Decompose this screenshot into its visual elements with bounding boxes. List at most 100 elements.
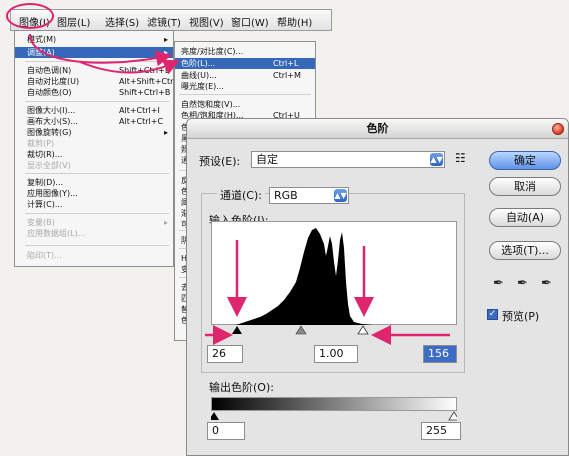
adjust-menu-item[interactable]: 色阶(L)... Ctrl+L	[175, 58, 315, 69]
preset-menu-icon[interactable]: ☷	[455, 151, 466, 165]
checkmark-icon: ✓	[488, 309, 497, 319]
menu-select[interactable]: 选择(S)	[105, 14, 139, 29]
image-menu-item[interactable]: 复制(D)...	[15, 177, 173, 188]
menu-item-shortcut: Shift+Ctrl+L	[119, 66, 170, 75]
adjust-menu-item[interactable]: 亮度/对比度(C)...	[175, 46, 315, 57]
menu-item-label: 裁剪(P)	[27, 139, 55, 148]
image-menu-item[interactable]: 裁剪(P)	[15, 138, 173, 149]
menu-item-label: 调整(A)	[27, 48, 55, 57]
image-menu-item[interactable]: 图像大小(I)... Alt+Ctrl+I	[15, 105, 173, 116]
menu-filter[interactable]: 滤镜(T)	[147, 14, 181, 29]
menu-item-label: 变量(B)	[27, 218, 55, 227]
menu-bar: 图像(I) 图层(L) 选择(S) 滤镜(T) 视图(V) 窗口(W) 帮助(H…	[10, 9, 332, 31]
output-black-slider[interactable]	[211, 412, 219, 420]
submenu-arrow-icon: ▸	[163, 218, 168, 227]
menu-item-label: 图像旋转(G)	[27, 128, 72, 137]
eyedropper-white-icon[interactable]: ✒	[541, 276, 552, 291]
output-white-slider[interactable]	[448, 411, 457, 421]
menu-item-label: 色阶(L)...	[181, 59, 216, 68]
menu-item-label: 画布大小(S)...	[27, 117, 78, 126]
dialog-title: 色阶	[187, 119, 568, 139]
preset-value: 自定	[256, 153, 278, 166]
eyedropper-gray-icon[interactable]: ✒	[517, 276, 528, 291]
menu-layer[interactable]: 图层(L)	[57, 14, 90, 29]
input-gamma-field[interactable]: 1.00	[314, 345, 358, 363]
cancel-button[interactable]: 取消	[489, 177, 561, 196]
menu-separator	[25, 61, 169, 62]
menu-separator	[179, 94, 311, 95]
output-white-field[interactable]: 255	[421, 422, 461, 440]
image-menu-item[interactable]: 自动对比度(U) Alt+Shift+Ctrl+L	[15, 76, 187, 87]
submenu-arrow-icon: ▸	[163, 35, 168, 44]
menu-item-label: 计算(C)...	[27, 200, 63, 209]
menu-item-label: 图像大小(I)...	[27, 106, 76, 115]
adjust-menu-item[interactable]: 自然饱和度(V)...	[175, 99, 315, 110]
submenu-arrow-icon: ▸	[163, 48, 168, 57]
levels-dialog: 色阶 预设(E): 自定 ▲▼ ☷ 通道(C): RGB ▲▼ 输入色阶(I):…	[186, 118, 569, 456]
menu-item-shortcut: Ctrl+L	[273, 59, 299, 68]
menu-item-label: 自动色调(N)	[27, 66, 72, 75]
menu-item-label: 显示全部(V)	[27, 161, 71, 170]
menu-item-label: 应用数据组(L)...	[27, 229, 86, 238]
menu-view[interactable]: 视图(V)	[189, 14, 224, 29]
image-menu-item[interactable]: 裁切(R)...	[15, 149, 173, 160]
input-white-slider[interactable]	[357, 325, 369, 335]
image-menu-item[interactable]: 应用数据组(L)...	[15, 228, 173, 239]
image-menu-item[interactable]: 自动色调(N) Shift+Ctrl+L	[15, 65, 173, 76]
ok-button[interactable]: 确定	[489, 151, 561, 170]
image-menu-item[interactable]: 模式(M) ▸	[15, 34, 173, 45]
menu-item-label: 陷印(T)...	[27, 251, 62, 260]
preview-checkbox[interactable]: ✓	[487, 309, 498, 320]
channel-value: RGB	[274, 189, 298, 202]
eyedropper-black-icon[interactable]: ✒	[493, 276, 504, 291]
menu-item-label: 复制(D)...	[27, 178, 64, 187]
menu-item-label: 自动颜色(O)	[27, 88, 72, 97]
dropdown-arrow-icon: ▲▼	[430, 153, 443, 166]
image-menu-item[interactable]: 调整(A) ▸	[15, 47, 173, 58]
histogram-graph	[236, 228, 372, 325]
menu-item-label: 模式(M)	[27, 35, 57, 44]
menu-help[interactable]: 帮助(H)	[277, 14, 312, 29]
input-white-field[interactable]: 156	[423, 345, 457, 363]
input-gamma-slider[interactable]	[295, 325, 307, 335]
adjust-menu-item[interactable]: 曲线(U)... Ctrl+M	[175, 70, 315, 81]
input-sliders[interactable]	[211, 324, 457, 336]
image-menu-item[interactable]: 自动颜色(O) Shift+Ctrl+B	[15, 87, 173, 98]
menu-item-label: 曝光度(E)...	[181, 82, 224, 91]
image-menu: 模式(M) ▸ 调整(A) ▸ 自动色调(N) Shift+Ctrl+L 自动对比度(U) A…	[14, 30, 187, 267]
image-menu-item[interactable]: 陷印(T)...	[15, 250, 173, 261]
options-button[interactable]: 选项(T)...	[489, 241, 561, 260]
image-menu-item[interactable]: 显示全部(V)	[15, 160, 173, 171]
image-menu-item[interactable]: 计算(C)...	[15, 199, 173, 210]
menu-window[interactable]: 窗口(W)	[231, 14, 269, 29]
menu-item-label: 曲线(U)...	[181, 71, 217, 80]
menu-item-shortcut: Alt+Ctrl+C	[119, 117, 164, 126]
highlight-oval	[6, 3, 54, 29]
input-black-slider[interactable]	[232, 326, 242, 334]
background-text	[300, 12, 569, 62]
menu-separator	[25, 245, 169, 246]
image-menu-item[interactable]: 变量(B) ▸	[15, 217, 173, 228]
auto-button[interactable]: 自动(A)	[489, 208, 561, 227]
output-gradient	[211, 397, 457, 411]
image-menu-item[interactable]: 画布大小(S)... Alt+Ctrl+C	[15, 116, 173, 127]
menu-item-shortcut: Alt+Ctrl+I	[119, 106, 160, 115]
preview-label[interactable]: 预览(P)	[502, 308, 539, 324]
output-black-field[interactable]: 0	[207, 422, 245, 440]
menu-separator	[25, 173, 169, 174]
menu-item-label: 自动对比度(U)	[27, 77, 80, 86]
image-menu-item[interactable]: 应用图像(Y)...	[15, 188, 173, 199]
adjust-menu-item[interactable]: 曝光度(E)...	[175, 81, 315, 92]
channel-select[interactable]: RGB ▲▼	[269, 187, 349, 204]
preset-label: 预设(E):	[199, 155, 241, 168]
channel-label: 通道(C):	[217, 187, 265, 203]
close-icon[interactable]	[552, 123, 564, 135]
image-menu-item[interactable]: 图像旋转(G) ▸	[15, 127, 173, 138]
submenu-arrow-icon: ▸	[163, 128, 168, 137]
preset-select[interactable]: 自定 ▲▼	[251, 151, 445, 168]
menu-item-label: 裁切(R)...	[27, 150, 63, 159]
menu-separator	[25, 101, 169, 102]
menu-item-shortcut: Shift+Ctrl+B	[119, 88, 171, 97]
input-black-field[interactable]: 26	[207, 345, 243, 363]
output-sliders[interactable]	[211, 410, 457, 422]
